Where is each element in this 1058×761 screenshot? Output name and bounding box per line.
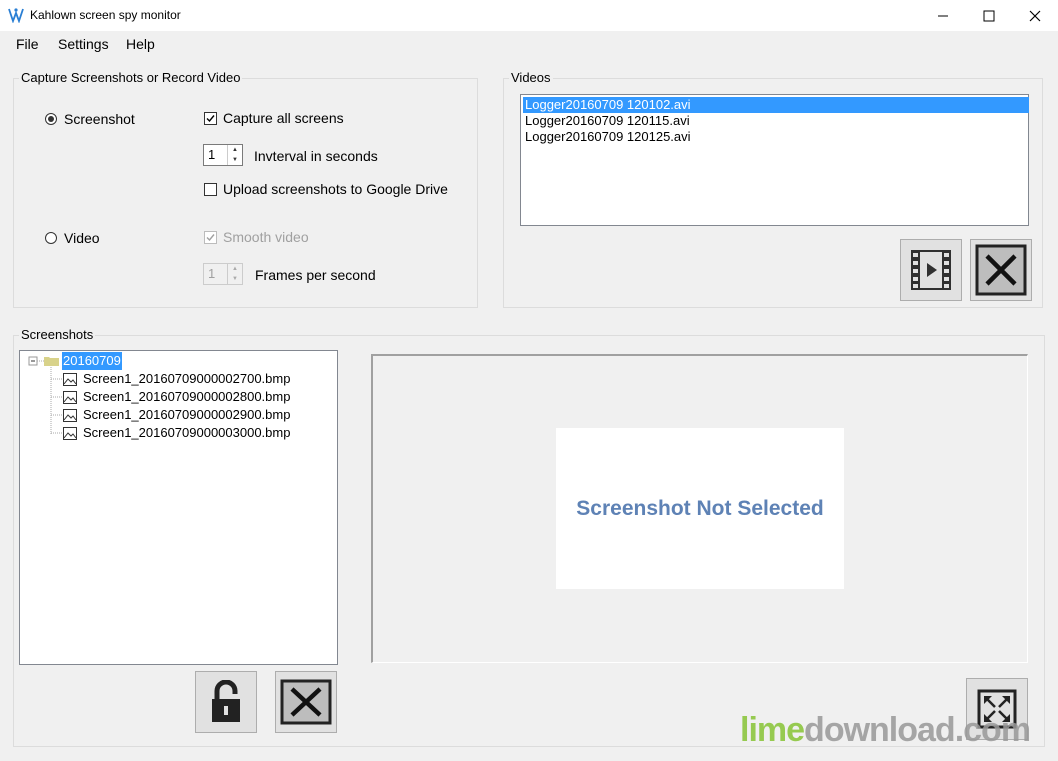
window-title: Kahlown screen spy monitor — [30, 8, 181, 22]
capture-all-label: Capture all screens — [223, 110, 344, 126]
menu-bar — [0, 31, 1058, 56]
preview-placeholder: Screenshot Not Selected — [556, 428, 844, 589]
upload-label: Upload screenshots to Google Drive — [223, 181, 448, 197]
interval-spinner[interactable]: 1 ▲ ▼ — [203, 144, 243, 166]
delete-x-icon — [280, 679, 332, 725]
interval-label: Invterval in seconds — [254, 148, 378, 164]
video-radio-label: Video — [64, 230, 100, 246]
tree-folder-label[interactable]: 20160709 — [62, 352, 122, 370]
spin-up-icon[interactable]: ▲ — [227, 145, 242, 155]
screenshot-radio-label: Screenshot — [64, 111, 135, 127]
video-list-item[interactable]: Logger20160709 120115.avi — [523, 113, 1029, 129]
menu-settings[interactable]: Settings — [58, 36, 109, 52]
delete-x-icon — [975, 244, 1027, 296]
image-file-icon — [63, 409, 77, 422]
unlock-icon — [212, 680, 240, 722]
screenshots-group-label: Screenshots — [19, 327, 96, 342]
delete-video-button[interactable] — [970, 239, 1032, 301]
video-list-item[interactable]: Logger20160709 120102.avi — [523, 97, 1029, 113]
video-list-item[interactable]: Logger20160709 120125.avi — [523, 129, 1029, 145]
menu-help[interactable]: Help — [126, 36, 155, 52]
minimize-icon — [938, 15, 948, 16]
smooth-video-checkbox[interactable] — [204, 231, 217, 244]
fps-spinner[interactable]: 1 ▲ ▼ — [203, 263, 243, 285]
image-file-icon — [63, 373, 77, 386]
menu-file[interactable]: File — [16, 36, 39, 52]
tree-file-item[interactable]: Screen1_20160709000003000.bmp — [83, 424, 290, 442]
tree-file-item[interactable]: Screen1_20160709000002900.bmp — [83, 406, 290, 424]
checkmark-icon — [206, 234, 215, 242]
maximize-icon — [983, 10, 995, 21]
spin-down-icon[interactable]: ▼ — [227, 155, 242, 165]
maximize-button[interactable] — [966, 0, 1012, 31]
screenshot-radio[interactable] — [45, 113, 57, 125]
smooth-video-label: Smooth video — [223, 229, 309, 245]
minimize-button[interactable] — [920, 0, 966, 31]
close-button[interactable] — [1012, 0, 1058, 31]
video-radio[interactable] — [45, 232, 57, 244]
delete-screenshot-button[interactable] — [275, 671, 337, 733]
interval-value: 1 — [208, 147, 216, 162]
watermark-part1: lime — [740, 711, 805, 749]
spin-down-icon[interactable]: ▼ — [227, 274, 242, 284]
folder-icon — [44, 357, 59, 366]
fps-value: 1 — [208, 266, 216, 281]
watermark-logo: limedownload.com — [740, 711, 1031, 750]
film-play-icon — [911, 250, 951, 290]
capture-group-label: Capture Screenshots or Record Video — [19, 70, 243, 85]
tree-file-item[interactable]: Screen1_20160709000002800.bmp — [83, 388, 290, 406]
videos-list[interactable]: Logger20160709 120102.avi Logger20160709… — [520, 94, 1029, 226]
image-file-icon — [63, 427, 77, 440]
watermark-part2: download.com — [804, 711, 1031, 749]
upload-checkbox[interactable] — [204, 183, 217, 196]
screenshots-tree[interactable]: 20160709 Screen1_20160709000002700.bmp S… — [19, 350, 338, 665]
checkmark-icon — [206, 115, 215, 123]
close-icon — [1029, 10, 1041, 21]
unlock-button[interactable] — [195, 671, 257, 733]
spin-up-icon[interactable]: ▲ — [227, 264, 242, 274]
play-video-button[interactable] — [900, 239, 962, 301]
videos-group-label: Videos — [509, 70, 553, 85]
fps-label: Frames per second — [255, 267, 376, 283]
tree-file-item[interactable]: Screen1_20160709000002700.bmp — [83, 370, 290, 388]
app-logo-icon — [8, 8, 24, 23]
preview-placeholder-text: Screenshot Not Selected — [576, 496, 824, 520]
capture-all-checkbox[interactable] — [204, 112, 217, 125]
image-file-icon — [63, 391, 77, 404]
